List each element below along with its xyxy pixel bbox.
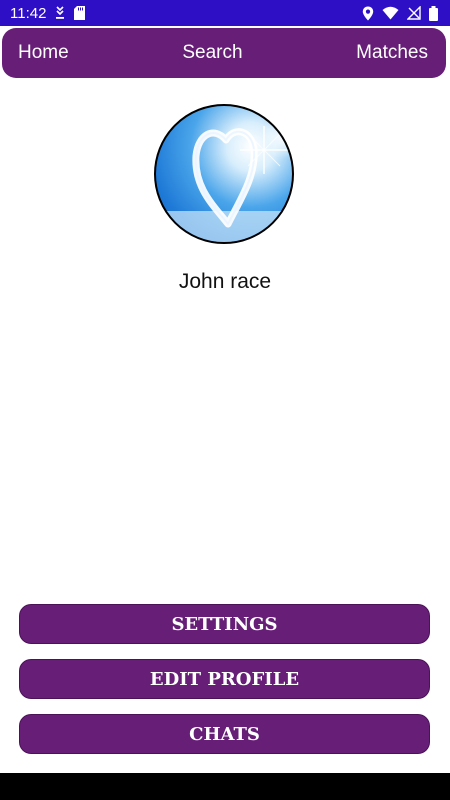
profile-name: John race	[178, 270, 272, 293]
profile-avatar[interactable]	[154, 104, 294, 244]
edit-profile-button[interactable]: EDIT PROFILE	[19, 659, 430, 699]
system-navigation-bar	[0, 773, 450, 800]
status-right	[362, 5, 438, 21]
nav-home[interactable]: Home	[18, 42, 69, 64]
nav-matches[interactable]: Matches	[356, 42, 428, 64]
status-time: 11:42	[10, 4, 47, 22]
battery-icon	[429, 5, 438, 21]
wifi-icon	[382, 6, 399, 20]
status-left: 11:42	[10, 4, 86, 22]
nav-search[interactable]: Search	[182, 42, 242, 64]
no-signal-icon	[407, 6, 421, 20]
top-nav-bar: Home Search Matches	[2, 28, 446, 78]
location-icon	[362, 6, 374, 21]
chats-button[interactable]: CHATS	[19, 714, 430, 754]
status-bar: 11:42	[0, 0, 450, 26]
heart-cloud-image	[156, 114, 292, 242]
sd-card-icon	[74, 6, 86, 20]
settings-button[interactable]: SETTINGS	[19, 604, 430, 644]
download-icon	[54, 6, 66, 20]
